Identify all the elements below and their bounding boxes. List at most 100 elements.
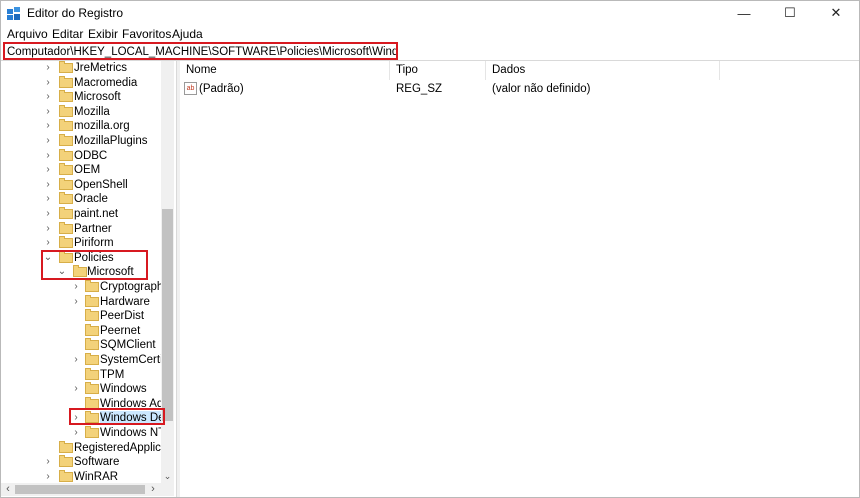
value-name-cell[interactable]: (Padrão) (199, 81, 244, 97)
tree-item[interactable]: TPM (1, 367, 161, 382)
chevron-right-icon[interactable]: › (43, 236, 53, 250)
tree-item-label: WinRAR (74, 470, 119, 483)
tree-item[interactable]: › Software (1, 455, 161, 469)
tree-vertical-scroll-thumb[interactable] (162, 209, 173, 421)
chevron-right-icon[interactable]: › (71, 353, 81, 367)
chevron-right-icon[interactable]: › (43, 163, 53, 177)
chevron-right-icon[interactable]: › (43, 207, 53, 221)
tree-item[interactable]: PeerDist (1, 309, 161, 323)
tree-item[interactable]: › Hardware (1, 294, 161, 309)
tree-item-label: Hardware (100, 295, 150, 308)
tree-item-label: Piriform (74, 237, 114, 250)
tree-item[interactable]: › Windows (1, 382, 161, 396)
scroll-right-arrow-icon[interactable]: › (147, 483, 159, 496)
maximize-button[interactable]: ☐ (767, 1, 813, 25)
tree-item-label: RegisteredApplicati (74, 441, 174, 454)
tree-item-label: MozillaPlugins (74, 135, 148, 147)
folder-icon (85, 280, 99, 292)
chevron-right-icon[interactable] (71, 309, 81, 323)
chevron-right-icon[interactable]: › (43, 192, 53, 206)
tree-item-label: Microsoft (74, 91, 121, 104)
folder-icon (85, 338, 99, 351)
tree-item[interactable]: › MozillaPlugins (1, 134, 161, 148)
column-header-tipo[interactable]: Tipo (390, 61, 486, 80)
tree-item[interactable]: › JreMetrics (1, 61, 161, 75)
chevron-right-icon[interactable]: › (43, 470, 53, 483)
tree-item[interactable]: › Oracle (1, 192, 161, 206)
menu-editar[interactable]: Editar (52, 27, 83, 41)
tree-item-label: mozilla.org (74, 120, 130, 133)
tree-item[interactable]: › WinRAR (1, 469, 161, 483)
title-bar: Editor do Registro — ☐ ✕ (1, 1, 859, 25)
tree-item-label: OpenShell (74, 178, 128, 191)
tree-item[interactable]: › paint.net (1, 207, 161, 221)
folder-icon (85, 353, 99, 365)
chevron-right-icon[interactable]: › (71, 382, 81, 396)
minimize-button[interactable]: — (721, 1, 767, 25)
menu-exibir[interactable]: Exibir (88, 27, 118, 41)
tree-item[interactable]: › OpenShell (1, 177, 161, 192)
tree-item[interactable]: › Microsoft (1, 90, 161, 104)
chevron-right-icon[interactable]: › (43, 119, 53, 133)
folder-icon (59, 221, 73, 234)
scroll-down-arrow-icon[interactable]: ⌄ (161, 471, 174, 483)
chevron-right-icon[interactable]: › (71, 295, 81, 309)
chevron-right-icon[interactable]: › (43, 134, 53, 148)
menu-arquivo[interactable]: Arquivo (7, 27, 48, 41)
tree-item[interactable]: › mozilla.org (1, 119, 161, 133)
tree-item[interactable]: › OEM (1, 163, 161, 177)
chevron-right-icon[interactable]: › (43, 222, 53, 236)
tree-item[interactable]: › Piriform (1, 236, 161, 250)
chevron-right-icon[interactable] (71, 338, 81, 352)
chevron-right-icon[interactable]: › (43, 178, 53, 192)
menu-ajuda[interactable]: Ajuda (172, 27, 203, 41)
tree-item[interactable]: › Partner (1, 221, 161, 236)
chevron-right-icon[interactable]: › (43, 90, 53, 104)
chevron-right-icon[interactable]: › (43, 149, 53, 163)
chevron-right-icon[interactable]: › (71, 426, 81, 440)
chevron-right-icon[interactable] (43, 441, 53, 455)
chevron-right-icon[interactable]: › (43, 61, 53, 75)
tree-item[interactable]: › ODBC (1, 148, 161, 163)
tree-item[interactable]: RegisteredApplicati (1, 440, 173, 455)
folder-icon (85, 294, 99, 307)
tree-item-label: paint.net (74, 208, 119, 220)
scroll-left-arrow-icon[interactable]: ‹ (2, 483, 14, 496)
window-title: Editor do Registro (27, 6, 124, 20)
tree-item[interactable]: Peernet (1, 323, 161, 338)
value-data-cell[interactable]: (valor não definido) (492, 81, 590, 97)
value-type-cell[interactable]: REG_SZ (396, 81, 442, 97)
chevron-right-icon[interactable]: › (43, 455, 53, 469)
folder-icon (59, 148, 73, 161)
close-button[interactable]: ✕ (813, 1, 859, 25)
chevron-right-icon[interactable]: › (43, 105, 53, 119)
menu-favoritos[interactable]: Favoritos (122, 27, 171, 41)
folder-icon (59, 61, 73, 73)
tree-horizontal-scroll-thumb[interactable] (15, 485, 145, 494)
string-value-icon: ab (184, 82, 197, 95)
tree-item[interactable]: › Cryptography (1, 280, 169, 294)
chevron-right-icon[interactable]: › (43, 76, 53, 90)
chevron-right-icon[interactable]: › (71, 280, 81, 294)
tree-item[interactable]: › Windows NT (1, 426, 165, 440)
tree-item[interactable]: › Mozilla (1, 104, 161, 119)
menu-bar: Arquivo Editar Exibir Favoritos Ajuda (1, 26, 859, 42)
folder-icon (59, 90, 73, 103)
tree-item[interactable]: › Macromedia (1, 75, 161, 90)
column-header-dados[interactable]: Dados (486, 61, 720, 80)
chevron-right-icon[interactable] (71, 368, 81, 382)
folder-icon (59, 134, 73, 146)
tree-item-label: PeerDist (100, 310, 145, 323)
chevron-right-icon[interactable] (71, 324, 81, 338)
tree-item-label: JreMetrics (74, 62, 128, 74)
tree-item[interactable]: › SystemCertific (1, 353, 174, 367)
registry-editor-icon (7, 7, 20, 20)
folder-icon (59, 75, 73, 88)
column-header-nome[interactable]: Nome (180, 61, 390, 80)
address-bar[interactable]: Computador\HKEY_LOCAL_MACHINE\SOFTWARE\P… (3, 42, 398, 60)
tree-item-label: Software (74, 456, 120, 469)
tree-item-label: Macromedia (74, 76, 138, 89)
tree-item-label: Peernet (100, 324, 141, 337)
folder-icon (59, 119, 73, 132)
tree-item[interactable]: SQMClient (1, 338, 161, 352)
